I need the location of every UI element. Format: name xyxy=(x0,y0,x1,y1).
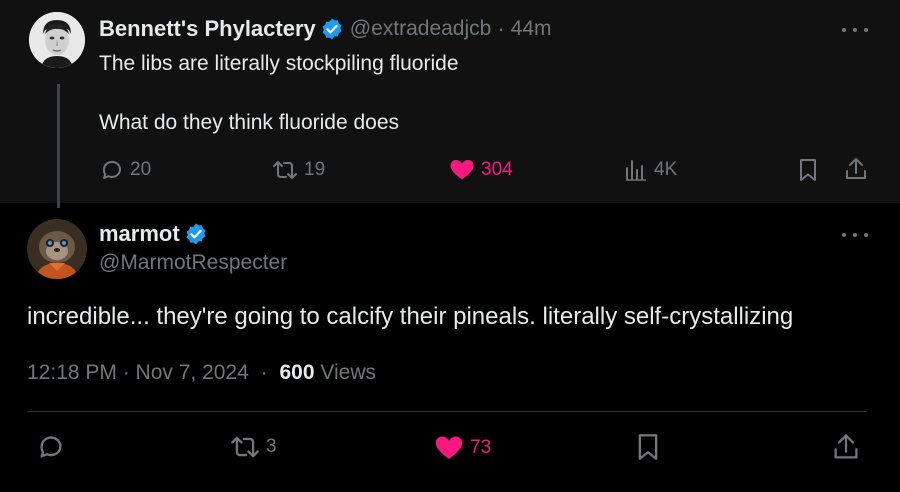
parent-display-name[interactable]: Bennett's Phylactery xyxy=(99,16,316,42)
parent-text-line-1: The libs are literally stockpiling fluor… xyxy=(99,52,459,75)
reply-meta-line: 12:18 PM · Nov 7, 2024 · 600 Views xyxy=(27,361,376,385)
reply-icon xyxy=(102,161,121,179)
thread-connector-line xyxy=(57,84,60,208)
reply-button[interactable]: 20 xyxy=(100,158,151,182)
retweet-count: 3 xyxy=(266,436,277,457)
share-button[interactable] xyxy=(832,432,860,462)
heart-icon xyxy=(450,160,474,180)
more-icon[interactable] xyxy=(842,25,868,35)
reply-author-row: marmot xyxy=(99,221,208,247)
views-count: 4K xyxy=(654,159,678,180)
more-icon[interactable] xyxy=(842,230,868,240)
bookmark-button[interactable] xyxy=(797,158,819,182)
reply-text: incredible... they're going to calcify t… xyxy=(27,303,794,330)
avatar-bennett[interactable] xyxy=(29,12,85,68)
like-button[interactable]: 73 xyxy=(434,434,491,462)
reply-views-label: Views xyxy=(320,361,377,384)
reply-icon xyxy=(40,436,62,458)
avatar-bennett-image xyxy=(29,12,85,68)
reply-count: 20 xyxy=(130,159,152,180)
parent-text-line-2: What do they think fluoride does xyxy=(99,111,400,134)
views-icon xyxy=(626,160,646,181)
reply-views-count: 600 xyxy=(279,361,315,384)
retweet-icon xyxy=(273,161,297,179)
like-count: 73 xyxy=(470,437,492,458)
heart-icon xyxy=(435,436,463,459)
retweet-count: 19 xyxy=(304,159,326,180)
reply-handle[interactable]: @MarmotRespecter xyxy=(99,251,287,275)
bookmark-button[interactable] xyxy=(635,433,661,461)
retweet-icon xyxy=(231,436,259,458)
bookmark-icon xyxy=(638,434,658,460)
reply-button[interactable] xyxy=(37,433,65,461)
like-count: 304 xyxy=(481,159,513,180)
reply-timestamp[interactable]: 12:18 PM · Nov 7, 2024 xyxy=(27,361,249,384)
retweet-button[interactable]: 3 xyxy=(230,433,277,461)
bookmark-icon xyxy=(800,159,816,181)
share-button[interactable] xyxy=(844,156,868,182)
share-icon xyxy=(834,434,858,459)
avatar-marmot[interactable] xyxy=(27,219,87,279)
separator-dot: · xyxy=(497,16,505,41)
reply-display-name[interactable]: marmot xyxy=(99,221,180,247)
views-button[interactable]: 4K xyxy=(624,158,677,182)
parent-author-row: Bennett's Phylactery @extradeadjcb · 44m xyxy=(99,16,552,42)
retweet-button[interactable]: 19 xyxy=(272,158,325,182)
separator-dot: · xyxy=(260,361,268,384)
avatar-marmot-image xyxy=(27,219,87,279)
parent-time-ago[interactable]: 44m xyxy=(511,17,552,41)
parent-handle[interactable]: @extradeadjcb xyxy=(350,17,492,41)
share-icon xyxy=(846,158,866,179)
verified-badge-icon xyxy=(186,223,206,245)
like-button[interactable]: 304 xyxy=(449,158,513,182)
verified-badge-icon xyxy=(322,18,342,40)
divider xyxy=(27,411,867,412)
